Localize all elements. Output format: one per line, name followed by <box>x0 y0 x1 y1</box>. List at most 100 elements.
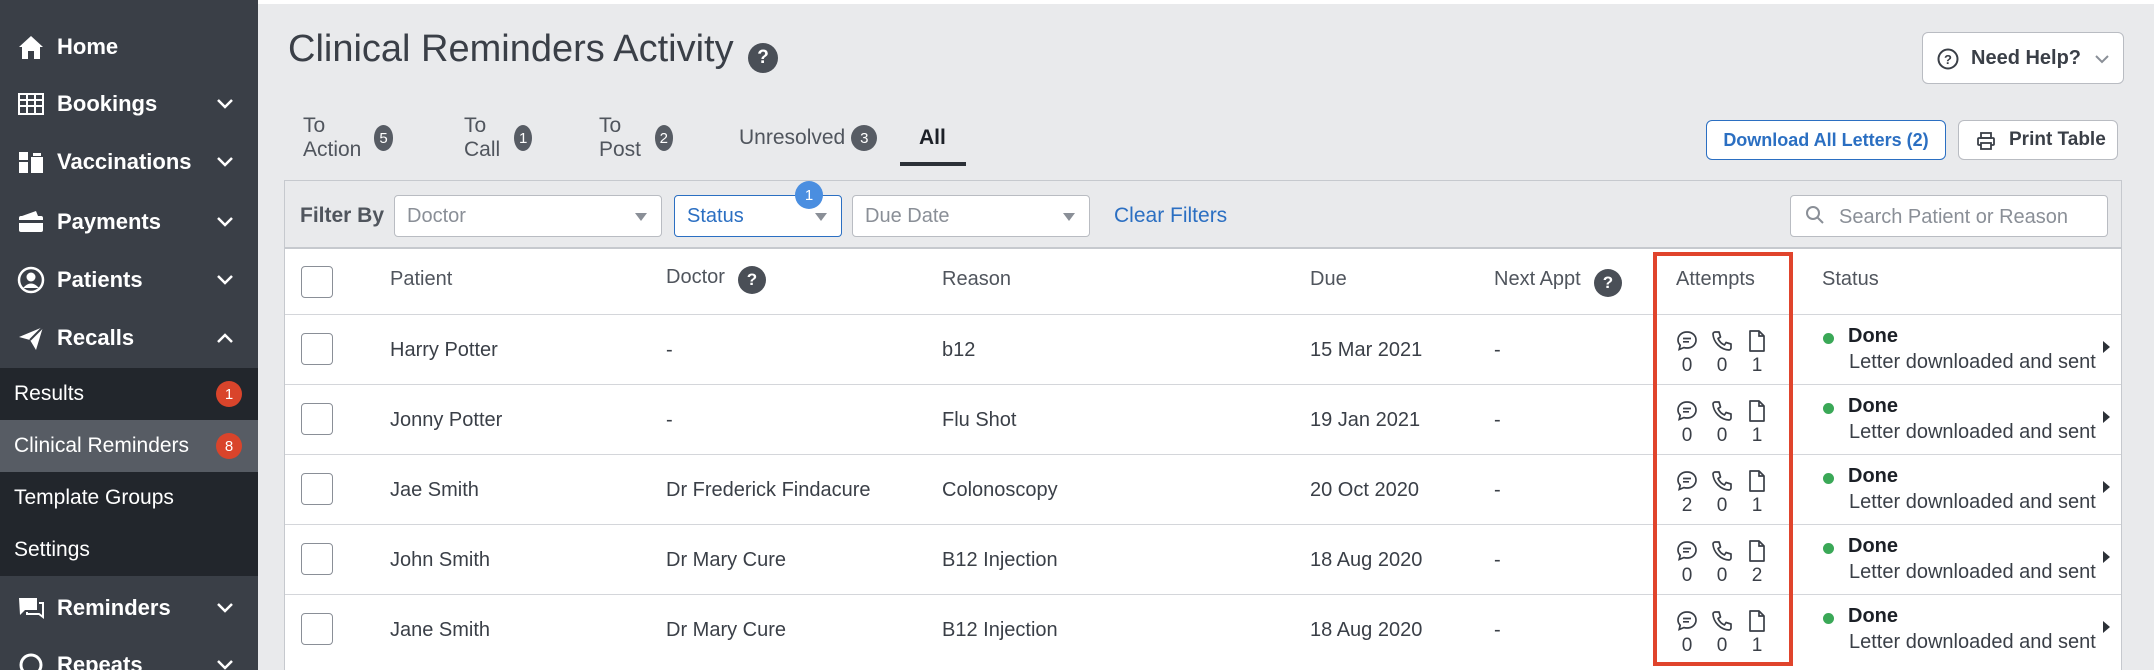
cell-doctor: - <box>666 339 673 361</box>
chevron-down-icon <box>217 99 233 109</box>
cell-status: Done <box>1848 535 1898 557</box>
nav-repeats[interactable]: Repeats <box>0 636 258 670</box>
chevron-down-icon <box>217 603 233 613</box>
tab-to-action[interactable]: To Action 5 <box>303 110 394 166</box>
printer-icon <box>1977 132 1995 150</box>
due-date-filter-select[interactable]: Due Date <box>852 195 1090 237</box>
need-help-button[interactable]: ? Need Help? <box>1922 32 2124 84</box>
nav-bookings[interactable]: Bookings <box>0 75 258 133</box>
nav-recalls[interactable]: Recalls <box>0 309 258 367</box>
row-expand-icon[interactable] <box>2103 481 2110 493</box>
cell-due: 18 Aug 2020 <box>1310 549 1423 571</box>
status-dot <box>1823 613 1834 624</box>
row-checkbox[interactable] <box>301 403 333 435</box>
table-row[interactable]: Harry Potter - b12 15 Mar 2021-0 0 1 Done Lette… <box>285 314 2121 384</box>
print-table-label: Print Table <box>2009 129 2106 150</box>
cell-doctor: Dr Mary Cure <box>666 549 787 571</box>
svg-text:?: ? <box>1944 52 1952 67</box>
cell-status: Done <box>1848 465 1898 487</box>
doctor-help-icon[interactable]: ? <box>738 266 766 294</box>
print-table-button[interactable]: Print Table <box>1958 120 2118 160</box>
home-icon <box>19 36 43 59</box>
doctor-filter-select[interactable]: Doctor <box>394 195 662 237</box>
search-input[interactable]: Search Patient or Reason <box>1790 195 2108 237</box>
cell-status: Done <box>1848 325 1898 347</box>
attempts-column-highlight <box>1653 252 1793 666</box>
cell-patient: Jonny Potter <box>390 409 503 431</box>
cell-patient: Harry Potter <box>390 339 498 361</box>
page-title: Clinical Reminders Activity <box>288 28 734 70</box>
tab-count: 3 <box>851 125 878 151</box>
sidebar-item-label: Settings <box>14 538 90 561</box>
row-checkbox[interactable] <box>301 543 333 575</box>
select-all-checkbox[interactable] <box>301 266 333 298</box>
tab-count: 5 <box>373 125 394 151</box>
chevron-down-icon <box>217 660 233 670</box>
payments-icon <box>19 211 43 232</box>
next-appt-help-icon[interactable]: ? <box>1594 269 1622 297</box>
table-row[interactable]: Jae Smith Dr Frederick Findacure Colonosco… <box>285 454 2121 524</box>
cell-status-note: Letter downloaded and sent <box>1849 561 2096 583</box>
title-help-icon[interactable]: ? <box>748 43 778 73</box>
repeat-icon <box>19 653 43 670</box>
tab-to-call[interactable]: To Call 1 <box>464 110 533 166</box>
grid-icon <box>18 93 44 115</box>
nav-vaccinations[interactable]: Vaccinations <box>0 133 258 191</box>
caret-down-icon <box>815 213 827 221</box>
table-row[interactable]: Jane Smith Dr Mary Cure B12 Injection 18 Au… <box>285 594 2121 664</box>
tab-label: To Call <box>464 114 501 161</box>
column-header-reason[interactable]: Reason <box>942 268 1011 291</box>
column-header-status[interactable]: Status <box>1822 268 1879 291</box>
chevron-down-icon <box>217 275 233 285</box>
clear-filters-link[interactable]: Clear Filters <box>1114 204 1227 228</box>
clinical-reminders-count-badge: 8 <box>216 433 242 459</box>
nav-payments[interactable]: Payments <box>0 193 258 251</box>
cell-patient: Jae Smith <box>390 479 479 501</box>
chat-icon <box>19 598 44 619</box>
table-row[interactable]: John Smith Dr Mary Cure B12 Injection 18 Au… <box>285 524 2121 594</box>
search-placeholder: Search Patient or Reason <box>1839 206 2069 228</box>
nav-patients[interactable]: Patients <box>0 251 258 309</box>
tab-count: 2 <box>654 125 674 151</box>
tab-to-post[interactable]: To Post 2 <box>599 110 674 166</box>
cell-status-note: Letter downloaded and sent <box>1849 421 2096 443</box>
row-checkbox[interactable] <box>301 473 333 505</box>
filter-by-label: Filter By <box>300 204 385 227</box>
tab-unresolved[interactable]: Unresolved 3 <box>739 110 878 166</box>
sidebar-item-results[interactable]: Results 1 <box>0 368 258 420</box>
column-header-doctor[interactable]: Doctor <box>666 266 725 289</box>
chevron-up-icon <box>217 333 233 343</box>
nav-home[interactable]: Home <box>0 18 258 76</box>
status-dot <box>1823 333 1834 344</box>
nav-reminders[interactable]: Reminders <box>0 579 258 637</box>
nav-home-label: Home <box>57 34 119 59</box>
question-circle-icon: ? <box>1937 48 1959 70</box>
tab-label: To Post <box>599 114 642 161</box>
status-filter-value: Status <box>687 204 744 227</box>
column-header-patient[interactable]: Patient <box>390 268 452 291</box>
row-checkbox[interactable] <box>301 333 333 365</box>
sidebar-item-template-groups[interactable]: Template Groups <box>0 472 258 524</box>
tab-all[interactable]: All <box>919 110 946 166</box>
cell-reason: B12 Injection <box>942 619 1058 641</box>
column-header-due[interactable]: Due <box>1310 268 1347 291</box>
row-checkbox[interactable] <box>301 613 333 645</box>
cell-status: Done <box>1848 605 1898 627</box>
table-row[interactable]: Jonny Potter - Flu Shot 19 Jan 2021-0 0 1 Done… <box>285 384 2121 454</box>
sidebar-item-clinical-reminders[interactable]: Clinical Reminders 8 <box>0 420 258 472</box>
row-expand-icon[interactable] <box>2103 411 2110 423</box>
sidebar-item-settings[interactable]: Settings <box>0 524 258 576</box>
row-expand-icon[interactable] <box>2103 551 2110 563</box>
status-dot <box>1823 543 1834 554</box>
cell-next-appt: - <box>1494 619 1501 641</box>
row-expand-icon[interactable] <box>2103 621 2110 633</box>
nav-vaccinations-label: Vaccinations <box>57 149 192 174</box>
column-header-next-appt[interactable]: Next Appt <box>1494 268 1581 291</box>
row-expand-icon[interactable] <box>2103 341 2110 353</box>
download-letters-button[interactable]: Download All Letters (2) <box>1706 120 1946 160</box>
nav-recalls-label: Recalls <box>57 325 135 350</box>
nav-payments-label: Payments <box>57 209 161 234</box>
cell-status-note: Letter downloaded and sent <box>1849 631 2096 653</box>
cell-reason: b12 <box>942 339 976 361</box>
sidebar: Home Bookings Vaccinations Payments Pati… <box>0 0 258 670</box>
